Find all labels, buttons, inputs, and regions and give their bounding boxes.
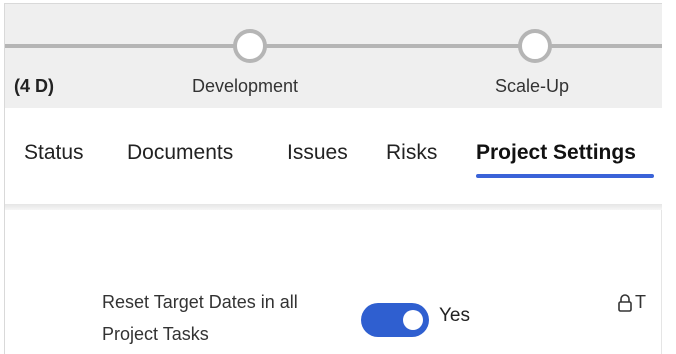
stage-node-development[interactable]: [233, 29, 267, 63]
active-tab-indicator: [476, 174, 654, 178]
locked-field-label: T: [635, 292, 646, 312]
settings-panel: Reset Target Dates in all Project Tasks …: [5, 210, 676, 354]
locked-field: T: [617, 292, 646, 313]
stage-progress-bar: (4 D) Development Scale-Up: [5, 4, 676, 108]
lock-icon: [617, 293, 633, 313]
reset-target-dates-toggle[interactable]: [361, 303, 429, 337]
stage-label-development: Development: [192, 76, 299, 96]
tab-project-settings[interactable]: Project Settings: [476, 141, 636, 165]
tab-issues[interactable]: Issues: [287, 141, 348, 165]
stage-label-scale-up: Scale-Up: [495, 76, 570, 96]
tab-status[interactable]: Status: [24, 141, 84, 165]
reset-target-dates-label: Reset Target Dates in all Project Tasks: [102, 292, 298, 344]
stage-duration-label: (4 D): [14, 76, 54, 96]
stage-line: [5, 44, 676, 48]
tab-risks[interactable]: Risks: [386, 141, 437, 165]
tab-documents[interactable]: Documents: [127, 141, 233, 165]
reset-target-dates-value: Yes: [439, 305, 470, 326]
toggle-knob: [403, 310, 423, 330]
tab-bar: Status Documents Issues Risks Project Se…: [5, 108, 676, 204]
stage-node-scale-up[interactable]: [518, 29, 552, 63]
viewport-edge: [662, 0, 676, 354]
